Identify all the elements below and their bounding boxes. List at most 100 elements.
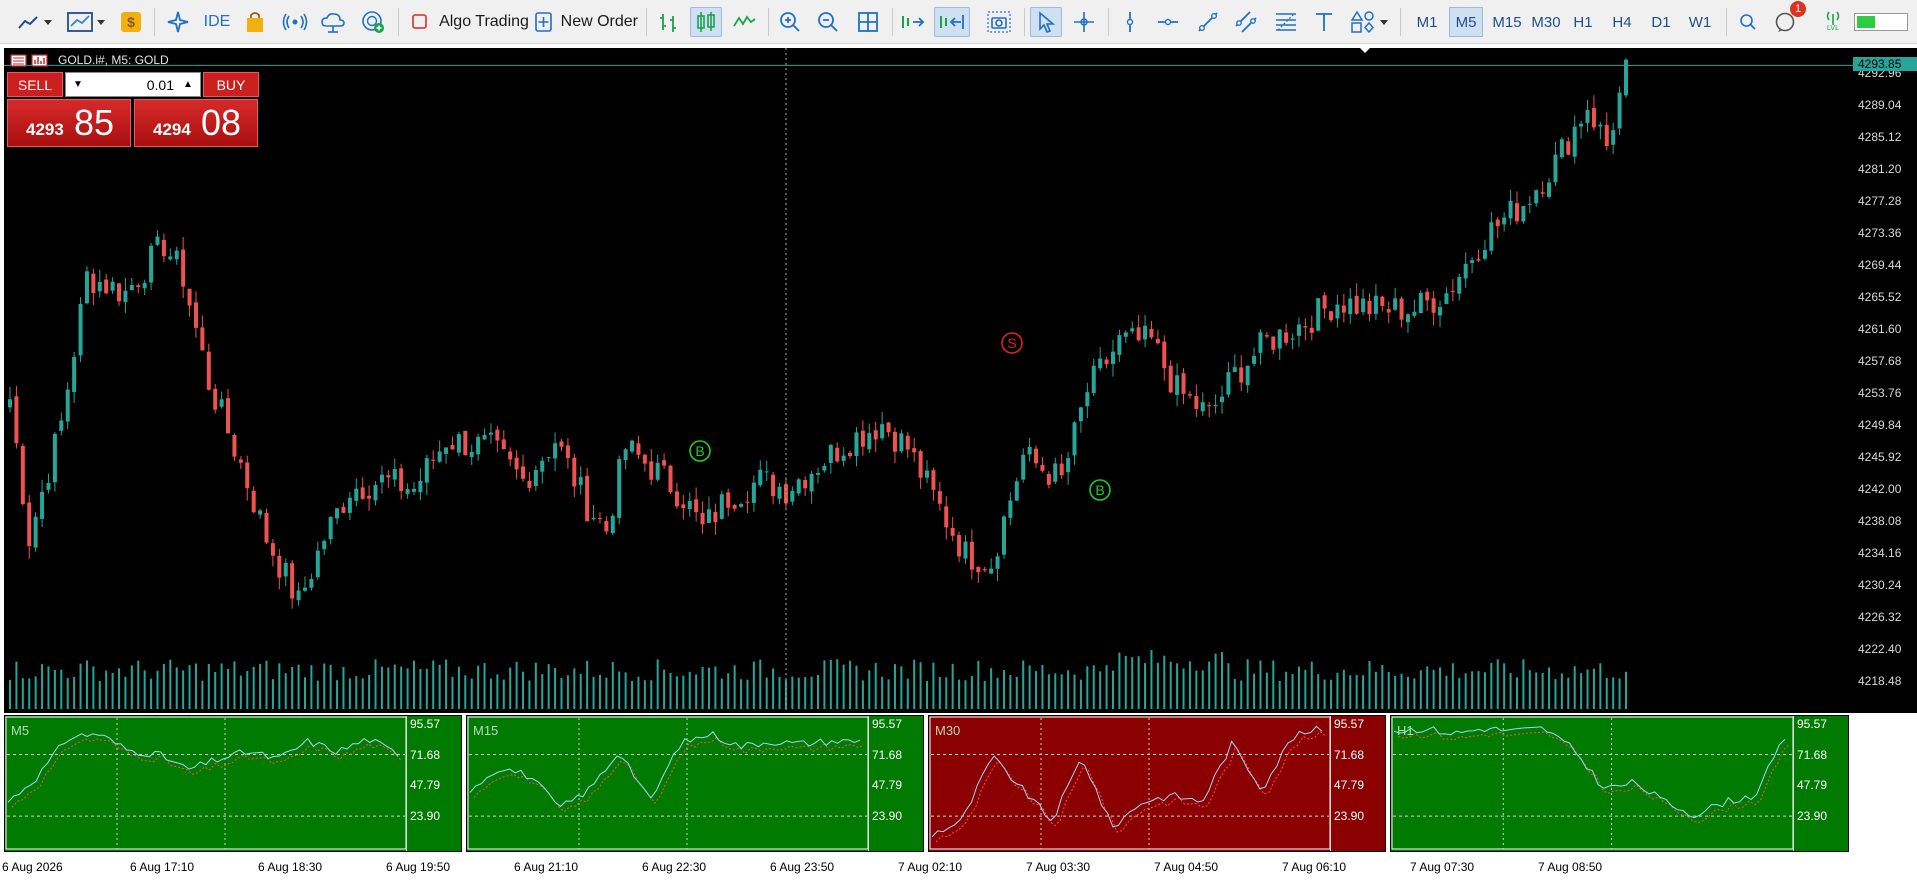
zoom-out-button[interactable] (814, 7, 842, 37)
candle (469, 444, 474, 466)
buy-price-button[interactable]: 4294 08 (134, 99, 258, 147)
toolbar-separator (154, 8, 155, 36)
auto-scroll-button[interactable] (898, 7, 928, 37)
timeframe-h4-button[interactable]: H4 (1605, 7, 1639, 37)
timeframe-h1-button[interactable]: H1 (1566, 7, 1600, 37)
notifications-button[interactable]: 1 (1772, 1, 1806, 37)
signal-level-button[interactable]: LVL (1820, 7, 1846, 37)
candle (918, 449, 923, 489)
dollar-icon: $ (121, 12, 141, 32)
candlestick-chart-button[interactable] (690, 7, 722, 37)
candle (40, 479, 45, 528)
signals-button[interactable] (280, 7, 310, 37)
candle (565, 438, 570, 469)
candle (1502, 212, 1507, 232)
vertical-line-tool-button[interactable] (1116, 7, 1144, 37)
vertical-line-icon (1126, 12, 1134, 32)
fibonacci-tool-button[interactable] (1272, 7, 1300, 37)
subwindow-m30[interactable]: M30 95.57 71.68 47.79 23.90 (928, 715, 1386, 852)
candle (290, 559, 295, 609)
market-button[interactable]: $ (118, 7, 144, 37)
sell-price-button[interactable]: 4293 85 (7, 99, 131, 147)
candle (1329, 311, 1334, 323)
chart-shift-button[interactable] (934, 7, 970, 37)
timeframe-m15-button[interactable]: M15 (1488, 7, 1526, 37)
candle (1405, 313, 1410, 333)
screenshot-button[interactable] (984, 7, 1014, 37)
candle (437, 440, 442, 463)
candle (1207, 401, 1212, 418)
chart-menu-icons (10, 54, 48, 67)
time-axis[interactable]: 6 Aug 2026 6 Aug 17:10 6 Aug 18:30 6 Aug 19… (0, 855, 1917, 880)
toolbar-separator (1400, 8, 1401, 36)
vps-button[interactable] (318, 7, 348, 37)
candle (572, 453, 577, 498)
community-button[interactable] (358, 7, 388, 37)
horizontal-line-tool-button[interactable] (1154, 7, 1182, 37)
timeframe-m5-button[interactable]: M5 (1449, 7, 1483, 37)
auto-scroll-icon (902, 16, 925, 28)
crosshair-tool-button[interactable] (1070, 7, 1098, 37)
candle (412, 482, 416, 495)
ide-button[interactable]: IDE (202, 7, 232, 37)
candle (251, 486, 256, 514)
candle (1252, 347, 1257, 367)
candle (1444, 287, 1449, 305)
market-store-button[interactable] (242, 7, 268, 37)
zoom-in-button[interactable] (776, 7, 804, 37)
price-axis-label: 4222.40 (1858, 641, 1902, 656)
candle (636, 435, 641, 460)
lot-decrease-button[interactable]: ▼ (68, 75, 88, 94)
trendline-tool-button[interactable] (1194, 7, 1222, 37)
lot-size-field[interactable]: ▼ 0.01 ▲ (65, 72, 201, 97)
svg-text:$: $ (127, 14, 135, 30)
text-tool-button[interactable] (1310, 7, 1338, 37)
chart-title-bar: GOLD.i#, M5: GOLD (10, 53, 169, 67)
algo-trading-button[interactable]: Algo Trading (406, 7, 534, 37)
candle (1187, 391, 1192, 399)
candle (91, 268, 96, 306)
ai-assistant-button[interactable] (164, 7, 192, 37)
candle (1572, 115, 1577, 164)
subwindow-m5[interactable]: M5 95.57 71.68 47.79 23.90 (4, 715, 462, 852)
candle (444, 447, 449, 464)
lot-increase-button[interactable]: ▲ (178, 75, 198, 94)
channel-tool-button[interactable] (1232, 7, 1260, 37)
bar-chart-button[interactable] (654, 7, 682, 37)
candle (495, 425, 500, 453)
search-button[interactable] (1736, 7, 1760, 37)
candle (662, 453, 667, 469)
buy-button[interactable]: BUY (203, 72, 259, 97)
candle (129, 277, 134, 291)
candle (668, 464, 673, 494)
subwindow-h1[interactable]: H1 95.57 71.68 47.79 23.90 (1390, 715, 1849, 852)
cursor-tool-button[interactable] (1030, 7, 1062, 37)
candle (1322, 292, 1327, 319)
candle (1175, 363, 1180, 407)
candle (309, 573, 314, 591)
price-axis[interactable]: 4292.96 4289.04 4285.12 4281.20 4277.28 4273.… (1853, 48, 1917, 713)
price-axis-label: 4273.36 (1858, 225, 1902, 240)
candle (1559, 137, 1564, 159)
shapes-tool-button[interactable] (1348, 7, 1392, 37)
timeframe-m30-button[interactable]: M30 (1527, 7, 1565, 37)
subwindow-timeframe-label: H1 (1397, 723, 1414, 738)
tile-windows-button[interactable] (854, 7, 882, 37)
sell-button[interactable]: SELL (7, 72, 63, 97)
candle (931, 467, 936, 501)
candle (200, 315, 205, 351)
main-chart-area[interactable]: S B B GOLD.i#, M5: GOLD SELL ▼ 0.01 ▲ BUY … (4, 48, 1853, 713)
candle (745, 491, 750, 514)
timeframe-d1-button[interactable]: D1 (1644, 7, 1678, 37)
timeframe-m1-button[interactable]: M1 (1410, 7, 1444, 37)
candle (52, 432, 57, 492)
chart-type-button[interactable] (14, 7, 56, 37)
indicators-button[interactable] (64, 7, 108, 37)
candle (610, 513, 615, 536)
line-chart-button[interactable] (730, 7, 758, 37)
subwindow-m15[interactable]: M15 95.57 71.68 47.79 23.90 (466, 715, 924, 852)
new-order-button[interactable]: New Order (534, 7, 638, 37)
timeframe-w1-button[interactable]: W1 (1683, 7, 1717, 37)
candle (726, 488, 731, 517)
candle (1418, 290, 1423, 314)
